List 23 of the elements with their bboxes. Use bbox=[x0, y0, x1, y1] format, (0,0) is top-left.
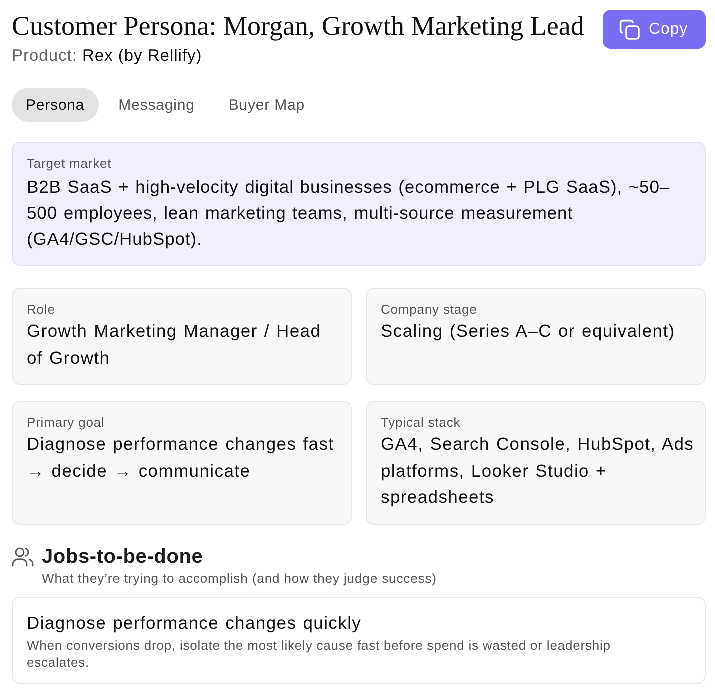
card-label: Company stage bbox=[381, 301, 478, 318]
tab[interactable]: Buyer Map bbox=[214, 88, 319, 122]
card-value: GA4, Search Console, HubSpot, Ads platforms, Looker Studio + spreadsheets bbox=[381, 433, 696, 509]
tab[interactable]: Persona bbox=[12, 88, 99, 122]
tab[interactable]: Messaging bbox=[104, 88, 209, 122]
card-value: Scaling (Series A–C or equivalent) bbox=[381, 320, 676, 343]
copy-icon bbox=[619, 18, 642, 40]
job-description: When conversions drop, isolate the most likely cause fast before spend is wasted or leadership escalates. bbox=[27, 636, 612, 670]
product-label: Product: bbox=[12, 46, 78, 66]
card-value: Diagnose performance changes fast → decide → communicate bbox=[27, 433, 336, 482]
job-title: Diagnose performance changes quickly bbox=[27, 612, 363, 635]
card-text: B2B SaaS + high-velocity digital businesses (ecommerce + PLG SaaS), ~50–500 employees, lean marketing teams, multi-source measurement (GA4/GSC/HubSpot). bbox=[27, 176, 672, 251]
card-label: Primary goal bbox=[27, 414, 106, 431]
page-title: Customer Persona: Morgan, Growth Marketing Lead bbox=[12, 10, 584, 42]
section-title: Jobs-to-be-done bbox=[42, 544, 204, 570]
card-label: Role bbox=[27, 301, 56, 318]
section-subtitle: What they’re trying to accomplish (and how they judge success) bbox=[42, 570, 438, 588]
product-name: Rex (by Rellify) bbox=[82, 46, 202, 66]
card-label: Typical stack bbox=[381, 414, 462, 431]
users-icon bbox=[12, 546, 34, 566]
copy-button[interactable]: Copy bbox=[603, 10, 706, 49]
card-label: Target market bbox=[27, 155, 113, 172]
card-value: Growth Marketing Manager / Head of Growth bbox=[27, 320, 322, 370]
